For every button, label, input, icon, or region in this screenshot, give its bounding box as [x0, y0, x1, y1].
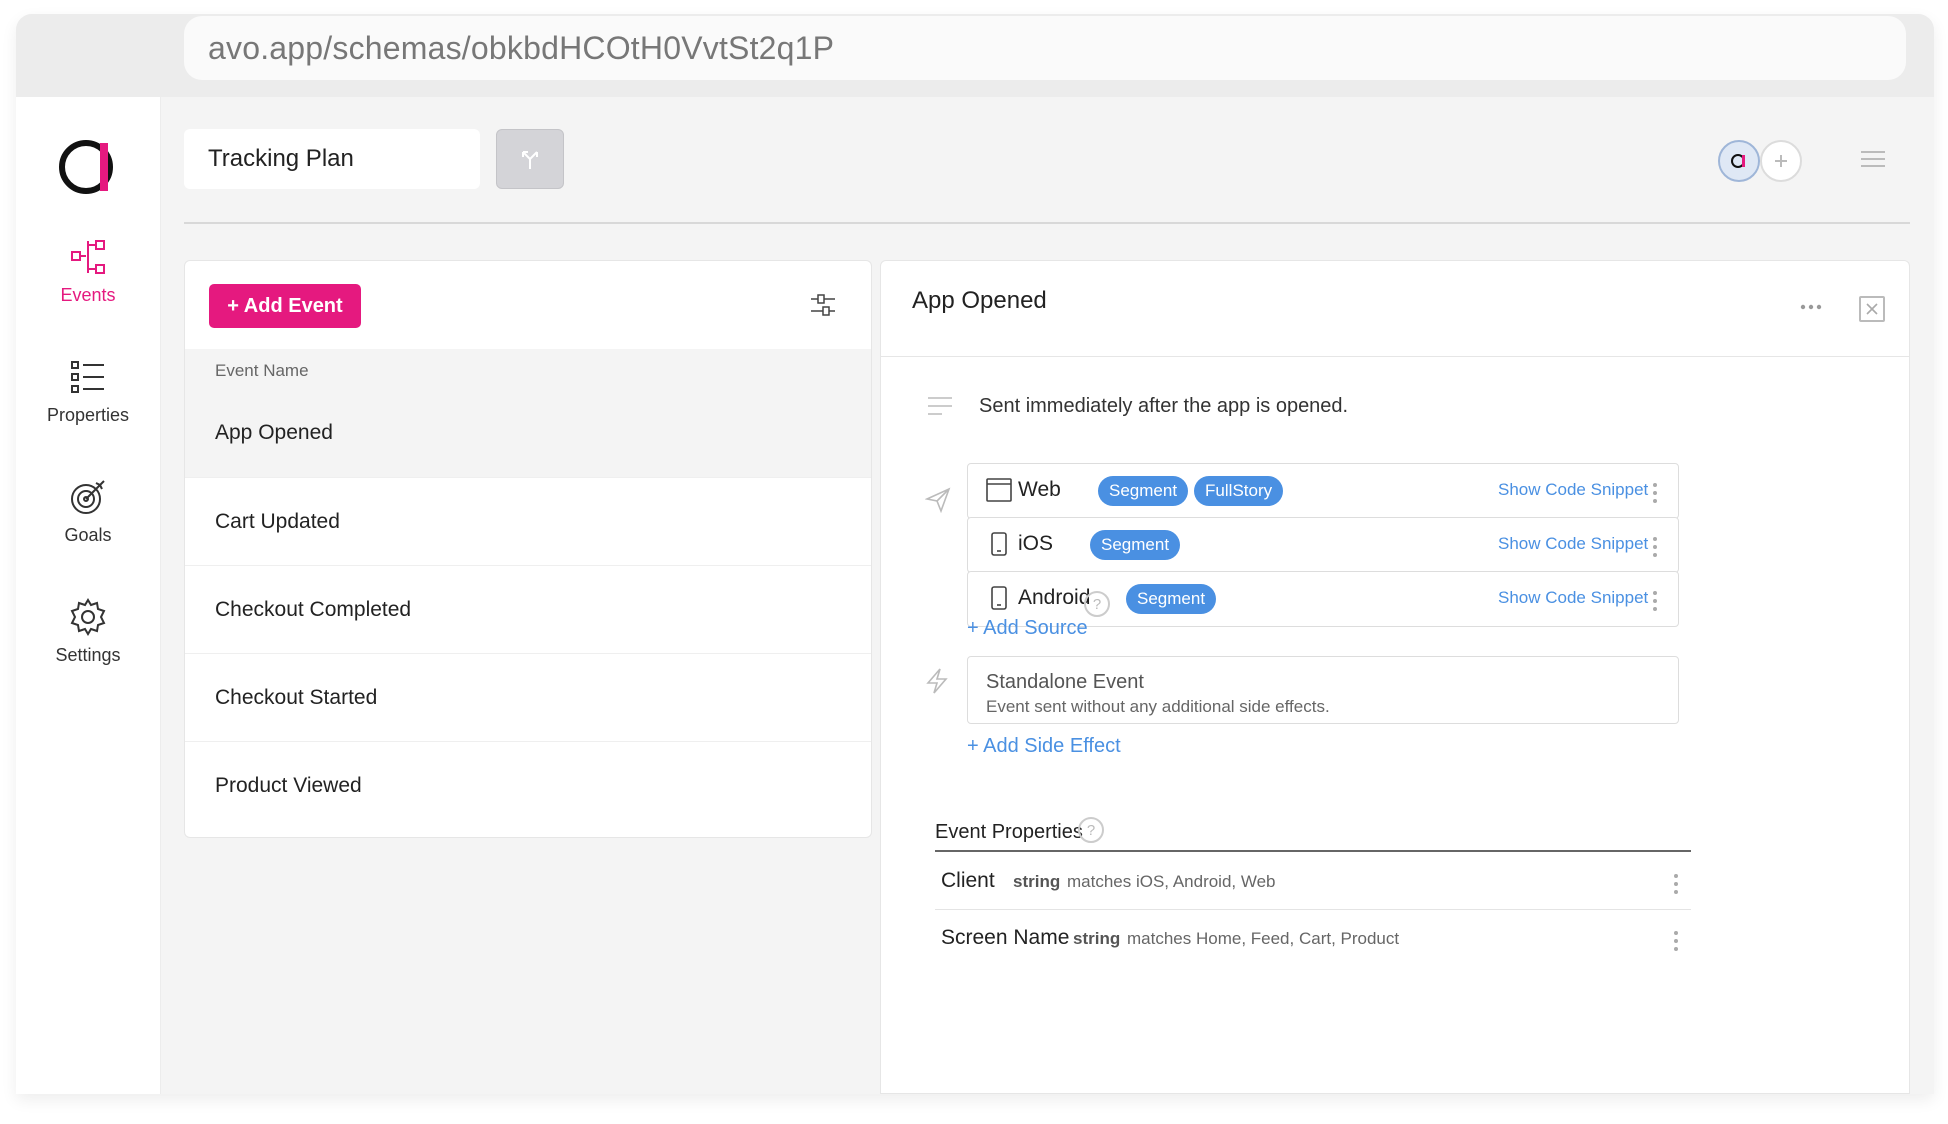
sidebar-item-label: Properties: [46, 405, 130, 425]
goals-icon: [71, 480, 105, 514]
event-detail-panel: App Opened Sent immediately after the ap…: [880, 260, 1910, 1094]
event-row-product-viewed[interactable]: Product Viewed: [185, 741, 871, 829]
hamburger-menu-icon[interactable]: [1860, 149, 1886, 174]
header-divider: [184, 222, 1910, 224]
phone-icon: [986, 532, 1012, 561]
column-header-event-name: Event Name: [215, 361, 309, 380]
destination-badges: Segment: [1126, 584, 1217, 614]
sidebar-item-label: Goals: [64, 525, 112, 545]
close-icon: [1866, 303, 1878, 315]
source-name: Web: [1018, 478, 1061, 501]
destination-badges: Segment FullStory: [1098, 476, 1284, 506]
show-code-snippet-link[interactable]: Show Code Snippet: [1498, 480, 1648, 500]
help-icon[interactable]: ?: [1078, 817, 1104, 843]
event-row-app-opened[interactable]: App Opened: [185, 389, 871, 477]
source-row-ios: iOS Segment Show Code Snippet: [967, 517, 1679, 573]
add-source-link[interactable]: + Add Source: [967, 617, 1088, 640]
kebab-menu-icon[interactable]: [1673, 873, 1679, 900]
property-match-rule: matches Home, Feed, Cart, Product: [1127, 929, 1400, 948]
add-event-button[interactable]: + Add Event: [209, 284, 361, 328]
show-code-snippet-link[interactable]: Show Code Snippet: [1498, 534, 1648, 554]
sidebar-item-goals[interactable]: Goals: [16, 477, 160, 546]
property-row-client[interactable]: Client string matches iOS, Android, Web: [935, 853, 1691, 909]
kebab-menu-icon[interactable]: [1652, 536, 1658, 563]
event-row-cart-updated[interactable]: Cart Updated: [185, 477, 871, 565]
sidebar-item-events[interactable]: Events: [16, 237, 160, 306]
event-row-checkout-started[interactable]: Checkout Started: [185, 653, 871, 741]
help-icon[interactable]: ?: [1084, 591, 1110, 617]
kebab-menu-icon[interactable]: [1673, 930, 1679, 957]
kebab-menu-icon[interactable]: [1652, 482, 1658, 509]
sidebar-item-label: Settings: [55, 645, 121, 665]
destination-badge[interactable]: Segment: [1126, 584, 1217, 614]
tracking-plan-selector[interactable]: Tracking Plan: [184, 129, 480, 189]
property-row-screen-name[interactable]: Screen Name string matches Home, Feed, C…: [935, 910, 1691, 966]
detail-header: App Opened: [881, 261, 1909, 357]
side-effect-standalone[interactable]: Standalone Event Event sent without any …: [967, 656, 1679, 724]
description-icon: [927, 395, 953, 422]
side-effect-title: Standalone Event: [986, 671, 1144, 693]
side-effect-description: Event sent without any additional side e…: [986, 697, 1330, 716]
property-name: Client: [941, 869, 995, 892]
avo-logo[interactable]: [56, 137, 120, 197]
lightning-icon: [925, 668, 949, 699]
event-description[interactable]: Sent immediately after the app is opened…: [979, 395, 1348, 418]
property-type: string: [1013, 872, 1061, 891]
destination-badge[interactable]: Segment: [1090, 530, 1181, 560]
more-options-icon[interactable]: [1800, 297, 1822, 315]
property-type: string: [1073, 929, 1121, 948]
source-row-web: Web Segment FullStory Show Code Snippet: [967, 463, 1679, 519]
branch-button[interactable]: [496, 129, 564, 189]
phone-icon: [986, 586, 1012, 615]
main-area: Tracking Plan + Add Event Event Name App…: [160, 97, 1934, 1094]
browser-frame: avo.app/schemas/obkbdHCOtH0VvtSt2q1P Eve…: [16, 14, 1934, 1094]
add-member-button[interactable]: [1760, 140, 1802, 182]
source-name: Android: [1018, 586, 1091, 609]
branch-icon: [522, 151, 538, 169]
event-row-checkout-completed[interactable]: Checkout Completed: [185, 565, 871, 653]
sidebar-item-label: Events: [60, 285, 116, 305]
filter-icon[interactable]: [809, 291, 837, 324]
properties-icon: [71, 361, 104, 393]
show-code-snippet-link[interactable]: Show Code Snippet: [1498, 588, 1648, 608]
kebab-menu-icon[interactable]: [1652, 590, 1658, 617]
browser-chrome: avo.app/schemas/obkbdHCOtH0VvtSt2q1P: [16, 14, 1934, 97]
source-name: iOS: [1018, 532, 1054, 555]
destination-badge[interactable]: Segment: [1098, 476, 1189, 506]
close-detail-button[interactable]: [1859, 296, 1885, 322]
properties-divider: [935, 850, 1691, 852]
plus-icon: [1775, 155, 1787, 167]
sidebar-item-settings[interactable]: Settings: [16, 597, 160, 666]
sidebar: Events Properties Goals Settings: [16, 97, 161, 1094]
sidebar-item-properties[interactable]: Properties: [16, 357, 160, 426]
user-avatar[interactable]: [1718, 140, 1760, 182]
gear-icon: [70, 598, 106, 636]
send-icon: [924, 487, 951, 518]
url-bar[interactable]: avo.app/schemas/obkbdHCOtH0VvtSt2q1P: [184, 16, 1906, 80]
property-name: Screen Name: [941, 926, 1070, 949]
events-list-panel: + Add Event Event Name App Opened Cart U…: [184, 260, 872, 838]
events-icon: [71, 240, 105, 274]
destination-badges: Segment: [1090, 530, 1181, 560]
add-side-effect-link[interactable]: + Add Side Effect: [967, 735, 1121, 758]
browser-window-icon: [986, 478, 1012, 507]
destination-badge[interactable]: FullStory: [1194, 476, 1284, 506]
event-properties-title: Event Properties: [935, 821, 1083, 843]
event-title[interactable]: App Opened: [912, 287, 1047, 315]
property-match-rule: matches iOS, Android, Web: [1067, 872, 1276, 891]
